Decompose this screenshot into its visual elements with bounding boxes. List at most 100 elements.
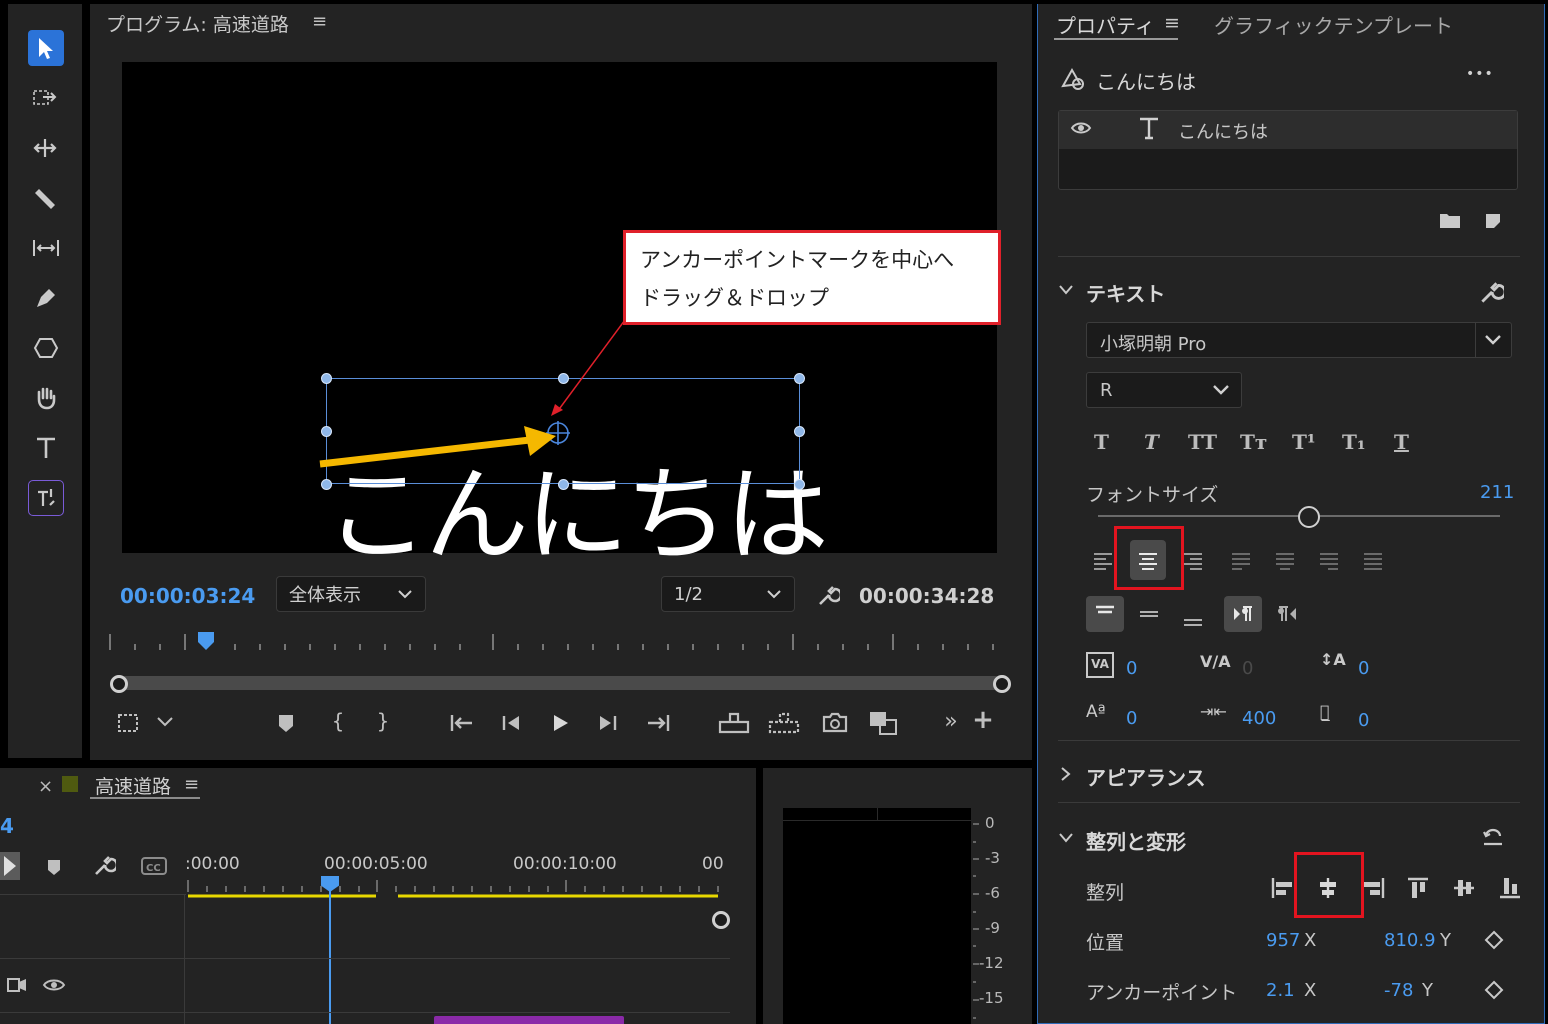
chevron-down-icon[interactable] — [1058, 284, 1074, 296]
more-options-icon[interactable]: ••• — [1466, 66, 1494, 82]
kerning-value[interactable]: 0 — [1126, 658, 1137, 679]
new-layer-icon[interactable] — [1482, 210, 1504, 232]
add-marker-icon[interactable] — [44, 856, 64, 878]
justify-left-icon[interactable] — [1230, 550, 1252, 572]
align-left-edge-icon[interactable] — [1270, 876, 1294, 900]
align-transform-header[interactable]: 整列と変形 — [1086, 826, 1186, 855]
chevron-down-icon[interactable] — [1058, 832, 1074, 844]
superscript-icon[interactable]: T¹ — [1292, 430, 1316, 454]
underline-icon[interactable]: T — [1394, 430, 1409, 454]
close-tab-icon[interactable]: × — [38, 776, 53, 797]
keyframe-toggle-icon[interactable] — [1484, 980, 1504, 1000]
align-right-icon[interactable] — [1182, 550, 1204, 572]
position-x-value[interactable]: 957 — [1266, 930, 1300, 951]
step-forward-icon[interactable] — [597, 712, 619, 734]
folder-icon[interactable] — [1438, 210, 1462, 230]
captions-icon[interactable]: CC — [140, 856, 168, 876]
tab-graphic-template[interactable]: グラフィックテンプレート — [1214, 10, 1453, 39]
subscript-icon[interactable]: T₁ — [1342, 430, 1366, 454]
overwrite-icon[interactable] — [768, 710, 800, 736]
go-to-out-icon[interactable] — [646, 712, 672, 734]
zoom-dropdown[interactable]: 全体表示 — [276, 576, 426, 612]
resize-handle[interactable] — [558, 479, 569, 490]
go-to-in-icon[interactable] — [448, 712, 474, 734]
button-editor-icon[interactable]: + — [968, 705, 998, 735]
align-vertical-center-icon[interactable] — [1452, 876, 1476, 900]
rtl-paragraph-icon[interactable] — [1274, 604, 1298, 624]
eye-icon[interactable] — [1070, 120, 1092, 136]
play-icon[interactable] — [549, 712, 571, 734]
anchor-x-value[interactable]: 2.1 — [1266, 980, 1295, 1001]
zoom-scrollbar[interactable] — [118, 676, 1002, 690]
timeline-menu-icon[interactable]: ≡ — [184, 774, 199, 795]
appearance-section-header[interactable]: アピアランス — [1086, 762, 1206, 791]
camera-icon[interactable] — [822, 710, 848, 734]
resize-handle[interactable] — [321, 373, 332, 384]
resize-handle[interactable] — [794, 373, 805, 384]
comparison-view-icon[interactable] — [868, 708, 900, 736]
step-back-icon[interactable] — [500, 712, 522, 734]
current-timecode[interactable]: 00:00:03:24 — [120, 584, 255, 608]
keyframe-toggle-icon[interactable] — [1484, 930, 1504, 950]
tab-width-value[interactable]: 0 — [1358, 710, 1369, 731]
sequence-tab-label[interactable]: 高速道路 — [95, 772, 171, 799]
align-bottom-edge-icon[interactable] — [1498, 876, 1522, 900]
tracking-value[interactable]: 0 — [1242, 658, 1253, 679]
hand-tool-icon[interactable] — [28, 380, 64, 416]
add-marker-icon[interactable] — [276, 712, 296, 734]
mark-in-icon[interactable]: { — [323, 709, 353, 733]
pen-tool-icon[interactable] — [28, 280, 64, 316]
snap-icon[interactable] — [0, 852, 22, 882]
graphic-clip[interactable] — [434, 1016, 624, 1024]
program-menu-icon[interactable]: ≡ — [312, 11, 327, 32]
font-size-slider-thumb[interactable] — [1298, 506, 1320, 528]
align-bottom-text-icon[interactable] — [1182, 608, 1204, 628]
selection-tool-icon[interactable] — [28, 30, 64, 66]
text-section-header[interactable]: テキスト — [1086, 278, 1165, 307]
align-middle-text-icon[interactable] — [1138, 604, 1160, 624]
all-caps-icon[interactable]: TT — [1188, 430, 1217, 454]
align-left-icon[interactable] — [1092, 550, 1114, 572]
justify-center-icon[interactable] — [1274, 550, 1296, 572]
wrench-icon[interactable] — [1478, 280, 1504, 306]
chevron-right-icon[interactable] — [1060, 766, 1072, 782]
small-caps-icon[interactable]: Tт — [1240, 430, 1267, 454]
baseline-shift-value[interactable]: 0 — [1126, 708, 1137, 729]
wrench-icon[interactable] — [816, 584, 840, 608]
faux-italic-icon[interactable]: T — [1144, 430, 1159, 454]
properties-menu-icon[interactable]: ≡ — [1164, 12, 1180, 34]
track-select-tool-icon[interactable] — [28, 80, 64, 116]
resize-handle[interactable] — [794, 479, 805, 490]
chevron-down-icon[interactable] — [156, 716, 174, 728]
leading-value[interactable]: 0 — [1358, 658, 1369, 679]
align-top-edge-icon[interactable] — [1406, 876, 1430, 900]
scrollbar-left-handle[interactable] — [110, 675, 128, 693]
anchor-y-value[interactable]: -78 — [1384, 980, 1413, 1001]
monitor-time-ruler[interactable] — [108, 630, 1006, 658]
toggle-sync-lock-icon[interactable] — [6, 976, 28, 994]
tab-properties[interactable]: プロパティ — [1056, 10, 1155, 39]
font-size-value[interactable]: 211 — [1480, 482, 1514, 503]
resize-handle[interactable] — [794, 426, 805, 437]
tsume-value[interactable]: 400 — [1242, 708, 1276, 729]
shape-tool-icon[interactable] — [28, 330, 64, 366]
razor-tool-icon[interactable] — [28, 180, 64, 216]
timeline-ruler[interactable] — [186, 876, 726, 900]
vertical-type-tool-icon[interactable] — [28, 480, 64, 516]
mark-out-icon[interactable]: } — [368, 709, 398, 733]
more-buttons-icon[interactable]: » — [936, 709, 966, 734]
position-y-value[interactable]: 810.9 — [1384, 930, 1436, 951]
scrollbar-right-handle[interactable] — [993, 675, 1011, 693]
resize-handle[interactable] — [321, 479, 332, 490]
insert-icon[interactable] — [718, 710, 750, 736]
align-right-edge-icon[interactable] — [1362, 876, 1386, 900]
layer-row[interactable] — [1059, 111, 1517, 149]
timeline-timecode[interactable]: 4 — [0, 814, 14, 838]
vertical-scroll-handle[interactable] — [712, 911, 730, 929]
justify-right-icon[interactable] — [1318, 550, 1340, 572]
ripple-edit-tool-icon[interactable] — [28, 130, 64, 166]
faux-bold-icon[interactable]: T — [1094, 430, 1109, 454]
reset-icon[interactable] — [1480, 826, 1506, 848]
slip-tool-icon[interactable] — [28, 230, 64, 266]
wrench-icon[interactable] — [92, 854, 116, 878]
